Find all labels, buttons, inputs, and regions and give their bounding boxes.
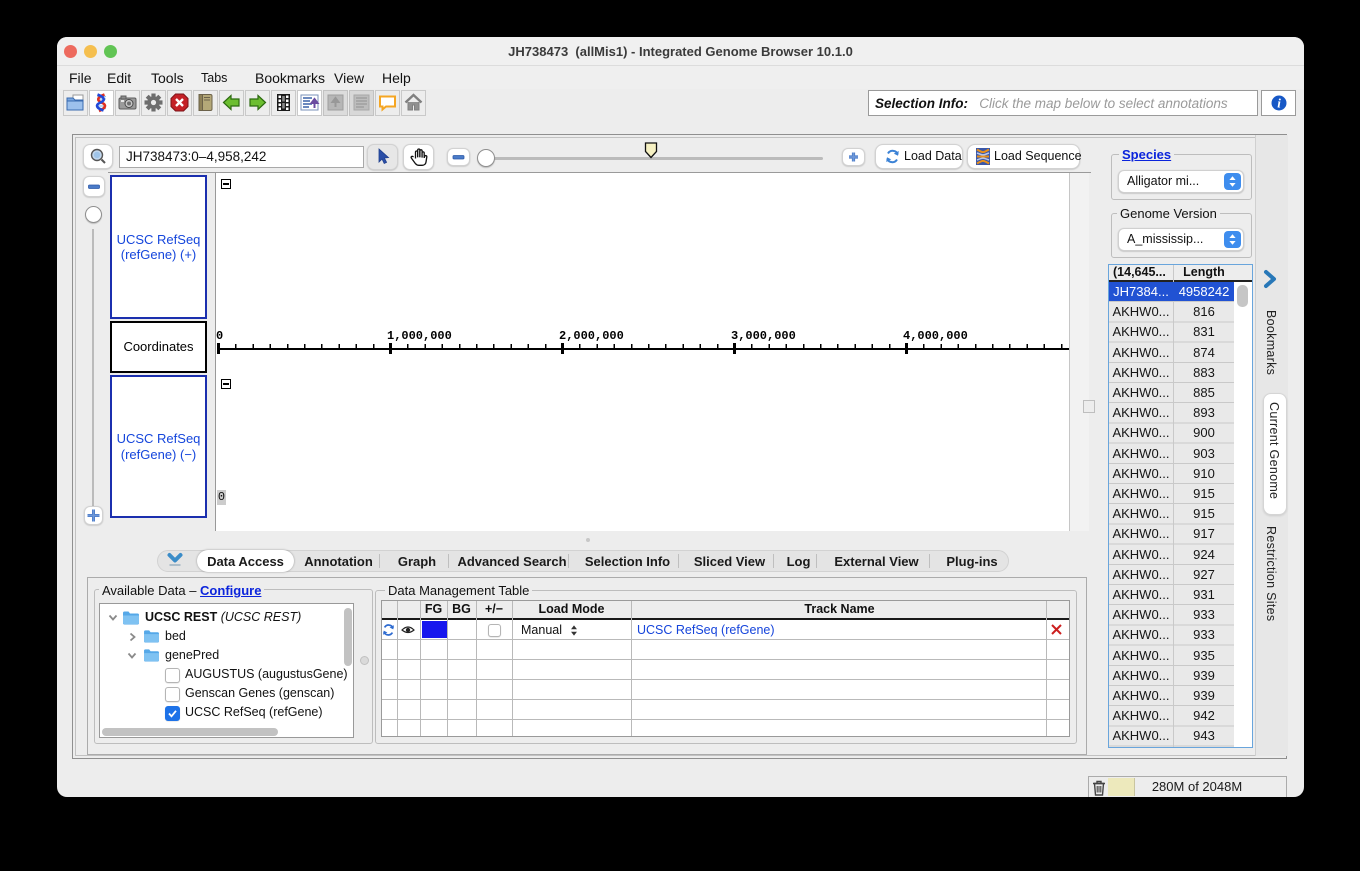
svg-text:i: i: [1277, 96, 1281, 111]
